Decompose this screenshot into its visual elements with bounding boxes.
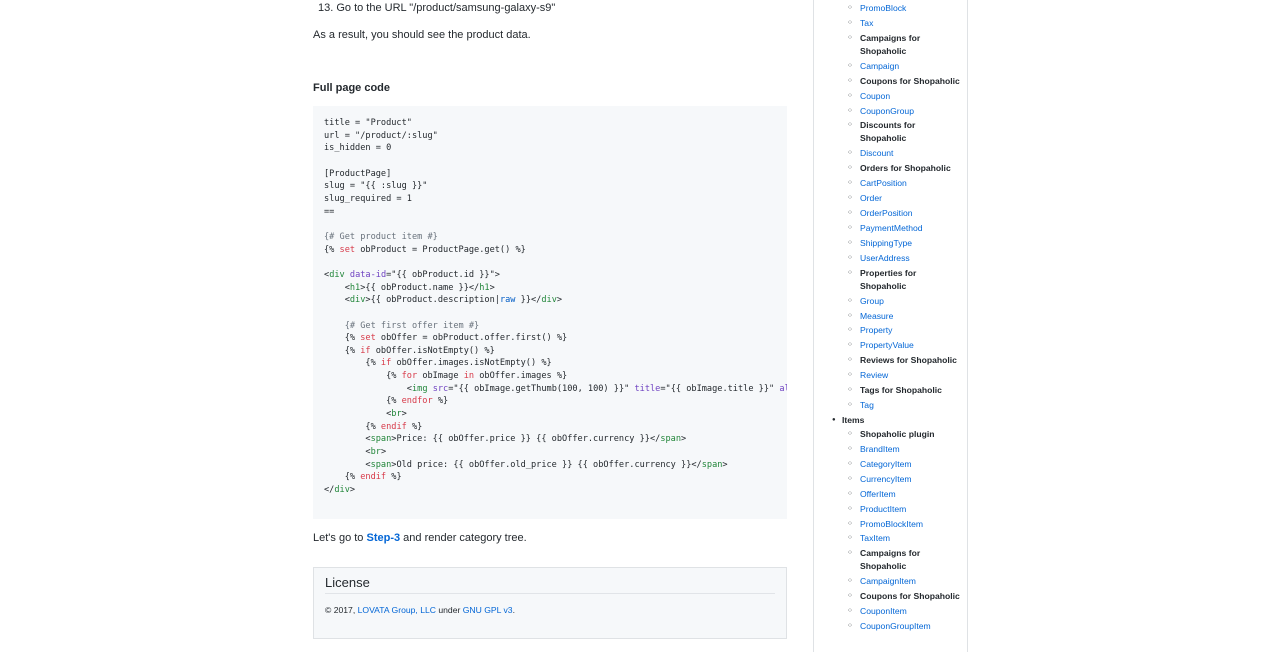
toc-link-orderposition[interactable]: OrderPosition xyxy=(814,207,964,220)
toc-link-tag[interactable]: Tag xyxy=(814,399,964,412)
step-13-text: 13. Go to the URL "/product/samsung-gala… xyxy=(318,2,556,14)
toc-link-property[interactable]: Property xyxy=(814,324,964,337)
toc-category-campaigns-for-shopaholic: Campaigns for Shopaholic xyxy=(814,32,964,57)
toc-category-coupons-for-shopaholic: Coupons for Shopaholic xyxy=(814,75,964,88)
toc-link-useraddress[interactable]: UserAddress xyxy=(814,252,964,265)
toc-category-shopaholic-plugin: Shopaholic plugin xyxy=(814,428,964,441)
code-block[interactable]: title = "Product" url = "/product/:slug"… xyxy=(313,106,787,519)
toc-category-tags-for-shopaholic: Tags for Shopaholic xyxy=(814,384,964,397)
next-step-text: Let's go to Step-3 and render category t… xyxy=(313,532,527,544)
toc-link-productitem[interactable]: ProductItem xyxy=(814,503,964,516)
toc-link-campaign[interactable]: Campaign xyxy=(814,60,964,73)
toc-category-discounts-for-shopaholic: Discounts for Shopaholic xyxy=(814,119,964,144)
toc-link-paymentmethod[interactable]: PaymentMethod xyxy=(814,222,964,235)
toc-link-measure[interactable]: Measure xyxy=(814,310,964,323)
license-text: © 2017, LOVATA Group, LLC under GNU GPL … xyxy=(325,605,515,615)
toc-link-coupongroupitem[interactable]: CouponGroupItem xyxy=(814,620,964,633)
toc-category-coupons-for-shopaholic: Coupons for Shopaholic xyxy=(814,590,964,603)
step-3-link[interactable]: Step-3 xyxy=(366,532,400,544)
next-suffix: and render category tree. xyxy=(400,532,527,544)
toc-link-propertyvalue[interactable]: PropertyValue xyxy=(814,339,964,352)
toc-category-orders-for-shopaholic: Orders for Shopaholic xyxy=(814,162,964,175)
toc-link-group[interactable]: Group xyxy=(814,295,964,308)
toc-link-coupon[interactable]: Coupon xyxy=(814,90,964,103)
toc-link-promoblock[interactable]: PromoBlock xyxy=(814,2,964,15)
toc-category-properties-for-shopaholic: Properties for Shopaholic xyxy=(814,267,964,292)
toc-items-heading[interactable]: Items xyxy=(814,414,946,427)
toc-link-coupongroup[interactable]: CouponGroup xyxy=(814,105,964,118)
sidebar-toc: PromoBlock Tax Campaigns for Shopaholic Cam… xyxy=(813,0,968,652)
toc-link-offeritem[interactable]: OfferItem xyxy=(814,488,964,501)
license-box: License © 2017, LOVATA Group, LLC under … xyxy=(313,567,787,639)
toc-link-currencyitem[interactable]: CurrencyItem xyxy=(814,473,964,486)
toc-link-cartposition[interactable]: CartPosition xyxy=(814,177,964,190)
license-suffix: . xyxy=(512,605,515,615)
toc-group-models: PromoBlock Tax Campaigns for Shopaholic Cam… xyxy=(814,2,967,412)
toc-link-categoryitem[interactable]: CategoryItem xyxy=(814,458,964,471)
toc-link-tax[interactable]: Tax xyxy=(814,17,964,30)
result-text: As a result, you should see the product … xyxy=(313,29,531,41)
license-prefix: © 2017, xyxy=(325,605,358,615)
toc-category-campaigns-for-shopaholic: Campaigns for Shopaholic xyxy=(814,547,964,572)
toc-link-couponitem[interactable]: CouponItem xyxy=(814,605,964,618)
toc-link-review[interactable]: Review xyxy=(814,369,964,382)
license-divider xyxy=(325,593,775,594)
license-title: License xyxy=(325,575,370,590)
toc-link-discount[interactable]: Discount xyxy=(814,147,964,160)
gpl-link[interactable]: GNU GPL v3 xyxy=(463,605,513,615)
toc-link-shippingtype[interactable]: ShippingType xyxy=(814,237,964,250)
full-page-code-heading: Full page code xyxy=(313,82,391,94)
lovata-link[interactable]: LOVATA Group, LLC xyxy=(358,605,436,615)
toc-category-reviews-for-shopaholic: Reviews for Shopaholic xyxy=(814,354,964,367)
toc-link-branditem[interactable]: BrandItem xyxy=(814,443,964,456)
toc-group-items: Shopaholic plugin BrandItem CategoryItem Cu… xyxy=(814,428,967,633)
toc-link-order[interactable]: Order xyxy=(814,192,964,205)
toc-link-taxitem[interactable]: TaxItem xyxy=(814,532,964,545)
code-text: title = "Product" url = "/product/:slug"… xyxy=(324,118,787,496)
license-middle: under xyxy=(435,605,463,615)
toc-link-promoblockitem[interactable]: PromoBlockItem xyxy=(814,518,964,531)
next-prefix: Let's go to xyxy=(313,532,367,544)
toc-link-campaignitem[interactable]: CampaignItem xyxy=(814,575,964,588)
